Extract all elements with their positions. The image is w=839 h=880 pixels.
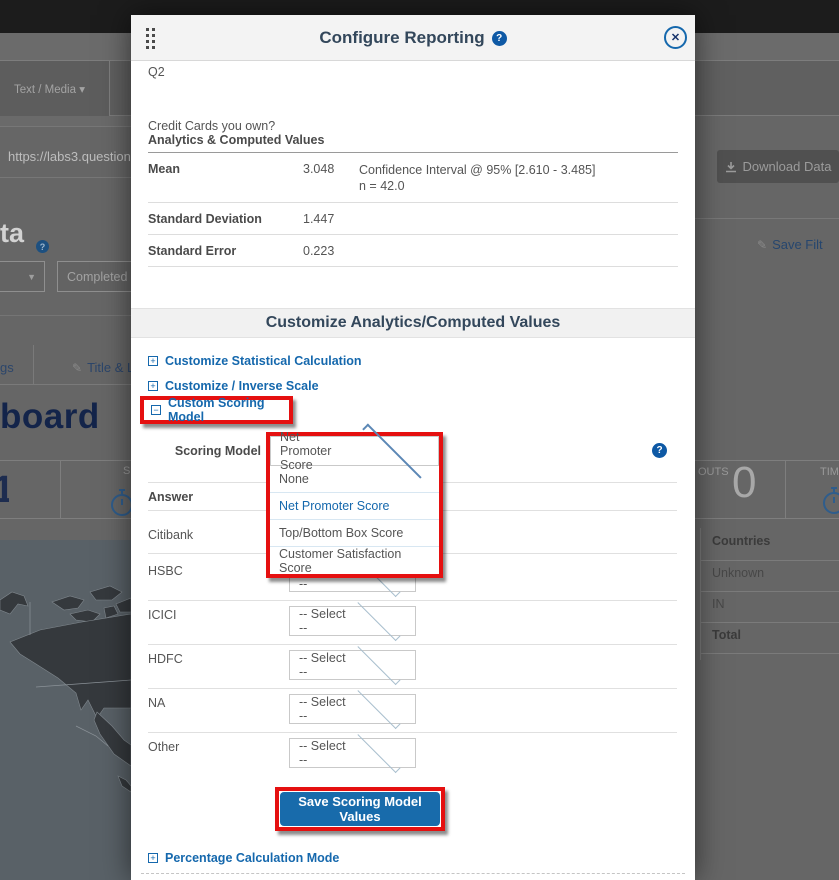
chevron-down-icon xyxy=(357,685,400,728)
divider xyxy=(148,600,677,601)
close-icon[interactable]: ✕ xyxy=(664,26,687,49)
dropouts-label-fragment: OUTS xyxy=(698,466,729,478)
stopwatch-icon xyxy=(822,486,839,515)
answer-label: NA xyxy=(148,696,165,710)
section-percentage-calculation-mode[interactable]: + Percentage Calculation Mode xyxy=(148,851,339,865)
table-row: Standard Error 0.223 xyxy=(148,235,678,267)
section-customize-inverse-scale[interactable]: + Customize / Inverse Scale xyxy=(148,379,319,393)
customize-section-bar: Customize Analytics/Computed Values xyxy=(131,308,695,338)
table-row: Standard Deviation 1.447 xyxy=(148,203,678,235)
screen: Text / Media ▾ https://labs3.questionpr … xyxy=(0,0,839,880)
help-icon[interactable]: ? xyxy=(36,240,49,253)
table-row: Unknown xyxy=(712,566,764,580)
answer-score-select[interactable]: -- Select -- xyxy=(289,650,416,680)
plus-icon: + xyxy=(148,853,158,863)
answer-label: HSBC xyxy=(148,564,183,578)
divider xyxy=(0,384,131,385)
dashboard-heading-fragment: board xyxy=(0,397,100,437)
divider xyxy=(0,177,131,178)
divider xyxy=(700,591,839,592)
divider xyxy=(700,528,701,660)
answer-score-select[interactable]: -- Select -- xyxy=(289,738,416,768)
modal-header: Configure Reporting ? ✕ xyxy=(131,15,695,61)
answer-label: Citibank xyxy=(148,528,193,542)
answer-score-select[interactable]: -- Select -- xyxy=(289,694,416,724)
edit-icon: ✎ xyxy=(757,238,767,252)
answer-label: Other xyxy=(148,740,179,754)
scoring-model-dropdown-annotation: Net Promoter Score None Net Promoter Sco… xyxy=(266,432,443,578)
option-net-promoter-score[interactable]: Net Promoter Score xyxy=(270,493,439,520)
scoring-model-options: None Net Promoter Score Top/Bottom Box S… xyxy=(270,466,439,574)
save-scoring-model-values-button[interactable]: Save Scoring Model Values xyxy=(280,792,440,826)
configure-reporting-modal: Configure Reporting ? ✕ Q2 Credit Cards … xyxy=(131,15,695,880)
chevron-down-icon xyxy=(357,729,400,772)
started-label-fragment: S xyxy=(123,465,130,477)
time-label-fragment: TIM xyxy=(820,466,839,478)
world-map xyxy=(0,540,131,880)
divider xyxy=(148,688,677,689)
text-media-label: Text / Media ▾ xyxy=(14,82,85,96)
question-text: Credit Cards you own? xyxy=(148,119,275,133)
plus-icon: + xyxy=(148,356,158,366)
analytics-table: Mean 3.048 Confidence Interval @ 95% [2.… xyxy=(148,152,678,267)
divider xyxy=(60,460,61,518)
help-icon[interactable]: ? xyxy=(492,31,507,46)
thin-band xyxy=(0,116,131,127)
divider xyxy=(785,460,786,518)
sample-size-note: n = 42.0 xyxy=(359,178,678,194)
chevron-down-icon xyxy=(357,597,400,640)
answer-label: ICICI xyxy=(148,608,176,622)
plus-icon: + xyxy=(148,381,158,391)
table-total-row: Total xyxy=(712,628,741,642)
dashed-divider xyxy=(141,873,685,874)
question-code: Q2 xyxy=(148,65,165,79)
minus-icon: − xyxy=(151,405,161,415)
confidence-interval-note: Confidence Interval @ 95% [2.610 - 3.485… xyxy=(359,162,678,178)
analytics-section-title: Analytics & Computed Values xyxy=(148,133,324,147)
title-logo-tab[interactable]: ✎ Title & L xyxy=(72,360,132,375)
stat-value-fragment: 1 xyxy=(0,468,9,512)
answer-column-header: Answer xyxy=(148,490,193,504)
divider xyxy=(700,653,839,654)
filter-dropdown[interactable]: ▼ xyxy=(0,261,45,292)
section-customize-statistical-calculation[interactable]: + Customize Statistical Calculation xyxy=(148,354,362,368)
save-filter-link[interactable]: ✎ Save Filt xyxy=(757,237,823,252)
divider xyxy=(695,218,839,219)
dropouts-value: 0 xyxy=(732,457,756,509)
divider xyxy=(148,644,677,645)
modal-title: Configure Reporting ? xyxy=(131,15,695,61)
chevron-down-icon xyxy=(357,641,400,684)
divider xyxy=(33,345,34,384)
scoring-model-select[interactable]: Net Promoter Score xyxy=(270,436,439,466)
download-data-button[interactable]: Download Data xyxy=(717,150,839,183)
data-heading-fragment: ta xyxy=(0,218,24,249)
survey-url-text: https://labs3.questionpr xyxy=(8,149,131,164)
option-top-bottom-box-score[interactable]: Top/Bottom Box Score xyxy=(270,520,439,547)
divider xyxy=(700,622,839,623)
edit-icon: ✎ xyxy=(72,361,82,375)
answer-label: HDFC xyxy=(148,652,183,666)
answer-score-select[interactable]: -- Select -- xyxy=(289,606,416,636)
download-icon xyxy=(725,161,737,173)
help-icon[interactable]: ? xyxy=(652,443,667,458)
option-customer-satisfaction-score[interactable]: Customer Satisfaction Score xyxy=(270,547,439,574)
countries-header: Countries xyxy=(712,534,770,548)
divider xyxy=(700,560,839,561)
table-row: Mean 3.048 Confidence Interval @ 95% [2.… xyxy=(148,153,678,203)
save-button-annotation: Save Scoring Model Values xyxy=(275,787,445,831)
caret-down-icon: ▼ xyxy=(27,272,36,282)
divider xyxy=(148,732,677,733)
scoring-model-label: Scoring Model xyxy=(151,444,261,458)
divider xyxy=(0,315,131,316)
table-row: IN xyxy=(712,597,725,611)
settings-tab-fragment[interactable]: gs xyxy=(0,360,14,375)
section-custom-scoring-model[interactable]: − Custom Scoring Model xyxy=(140,396,293,424)
text-media-tab[interactable]: Text / Media ▾ xyxy=(0,61,110,116)
